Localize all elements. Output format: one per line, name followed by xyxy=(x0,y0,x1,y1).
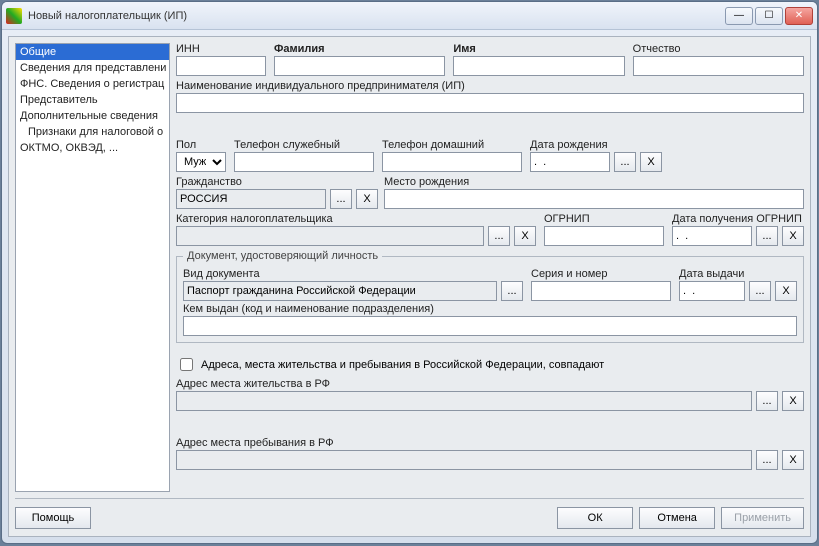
doctype-label: Вид документа xyxy=(183,268,523,280)
doctype-input[interactable] xyxy=(183,281,497,301)
lastname-input[interactable] xyxy=(274,56,445,76)
sidebar-item-tax-flags[interactable]: Признаки для налоговой о xyxy=(16,124,169,140)
sidebar: Общие Сведения для представлени ФНС. Све… xyxy=(15,43,170,492)
addrsame-checkbox[interactable] xyxy=(180,358,193,371)
category-clear-button[interactable]: X xyxy=(514,226,536,246)
cancel-button[interactable]: Отмена xyxy=(639,507,715,529)
birthdate-pick-button[interactable]: ... xyxy=(614,152,636,172)
gender-label: Пол xyxy=(176,139,226,151)
minimize-button[interactable]: — xyxy=(725,7,753,25)
ipname-label: Наименование индивидуального предпринима… xyxy=(176,80,804,92)
workphone-input[interactable] xyxy=(234,152,374,172)
citizenship-input[interactable] xyxy=(176,189,326,209)
ok-button[interactable]: ОК xyxy=(557,507,633,529)
birthdate-clear-button[interactable]: X xyxy=(640,152,662,172)
help-button[interactable]: Помощь xyxy=(15,507,91,529)
ogrnipdate-pick-button[interactable]: ... xyxy=(756,226,778,246)
sidebar-item-general[interactable]: Общие xyxy=(16,44,169,60)
document-group-legend: Документ, удостоверяющий личность xyxy=(183,250,382,262)
serialnum-input[interactable] xyxy=(531,281,671,301)
document-group: Документ, удостоверяющий личность Вид до… xyxy=(176,250,804,343)
serialnum-label: Серия и номер xyxy=(531,268,671,280)
firstname-input[interactable] xyxy=(453,56,624,76)
patronymic-input[interactable] xyxy=(633,56,804,76)
form-area: ИНН Фамилия Имя Отчество xyxy=(176,43,804,492)
addrres-input[interactable] xyxy=(176,391,752,411)
addrres-clear-button[interactable]: X xyxy=(782,391,804,411)
ogrnipdate-clear-button[interactable]: X xyxy=(782,226,804,246)
workphone-label: Телефон служебный xyxy=(234,139,374,151)
gender-select[interactable]: Муж xyxy=(176,152,226,172)
inn-input[interactable] xyxy=(176,56,266,76)
ogrnip-input[interactable] xyxy=(544,226,664,246)
maximize-button[interactable]: ☐ xyxy=(755,7,783,25)
citizenship-label: Гражданство xyxy=(176,176,376,188)
category-pick-button[interactable]: ... xyxy=(488,226,510,246)
addrres-pick-button[interactable]: ... xyxy=(756,391,778,411)
sidebar-item-representative[interactable]: Представитель xyxy=(16,92,169,108)
citizenship-pick-button[interactable]: ... xyxy=(330,189,352,209)
titlebar: Новый налогоплательщик (ИП) — ☐ ✕ xyxy=(2,2,817,30)
inn-label: ИНН xyxy=(176,43,266,55)
addrstay-label: Адрес места пребывания в РФ xyxy=(176,437,804,449)
window-title: Новый налогоплательщик (ИП) xyxy=(28,10,723,22)
ipname-input[interactable] xyxy=(176,93,804,113)
apply-button[interactable]: Применить xyxy=(721,507,804,529)
sidebar-item-fns[interactable]: ФНС. Сведения о регистрац xyxy=(16,76,169,92)
sidebar-item-submission[interactable]: Сведения для представлени xyxy=(16,60,169,76)
lastname-label: Фамилия xyxy=(274,43,445,55)
sidebar-item-oktmo[interactable]: ОКТМО, ОКВЭД, ... xyxy=(16,140,169,156)
birthdate-input[interactable] xyxy=(530,152,610,172)
issuedby-label: Кем выдан (код и наименование подразделе… xyxy=(183,303,797,315)
issuedate-clear-button[interactable]: X xyxy=(775,281,797,301)
homephone-input[interactable] xyxy=(382,152,522,172)
addrstay-pick-button[interactable]: ... xyxy=(756,450,778,470)
ogrnipdate-input[interactable] xyxy=(672,226,752,246)
app-icon xyxy=(6,8,22,24)
issuedby-input[interactable] xyxy=(183,316,797,336)
birthplace-label: Место рождения xyxy=(384,176,804,188)
citizenship-clear-button[interactable]: X xyxy=(356,189,378,209)
category-label: Категория налогоплательщика xyxy=(176,213,536,225)
doctype-pick-button[interactable]: ... xyxy=(501,281,523,301)
birthdate-label: Дата рождения xyxy=(530,139,662,151)
category-input[interactable] xyxy=(176,226,484,246)
ogrnipdate-label: Дата получения ОГРНИП xyxy=(672,213,804,225)
ogrnip-label: ОГРНИП xyxy=(544,213,664,225)
birthplace-input[interactable] xyxy=(384,189,804,209)
issuedate-input[interactable] xyxy=(679,281,745,301)
issuedate-label: Дата выдачи xyxy=(679,268,797,280)
addrstay-input[interactable] xyxy=(176,450,752,470)
sidebar-item-additional[interactable]: Дополнительные сведения xyxy=(16,108,169,124)
footer: Помощь ОК Отмена Применить xyxy=(15,498,804,530)
close-button[interactable]: ✕ xyxy=(785,7,813,25)
issuedate-pick-button[interactable]: ... xyxy=(749,281,771,301)
homephone-label: Телефон домашний xyxy=(382,139,522,151)
firstname-label: Имя xyxy=(453,43,624,55)
addrres-label: Адрес места жительства в РФ xyxy=(176,378,804,390)
client-area: Общие Сведения для представлени ФНС. Све… xyxy=(8,36,811,537)
addrsame-label: Адреса, места жительства и пребывания в … xyxy=(201,359,604,371)
patronymic-label: Отчество xyxy=(633,43,804,55)
addrstay-clear-button[interactable]: X xyxy=(782,450,804,470)
window: Новый налогоплательщик (ИП) — ☐ ✕ Общие … xyxy=(1,1,818,544)
